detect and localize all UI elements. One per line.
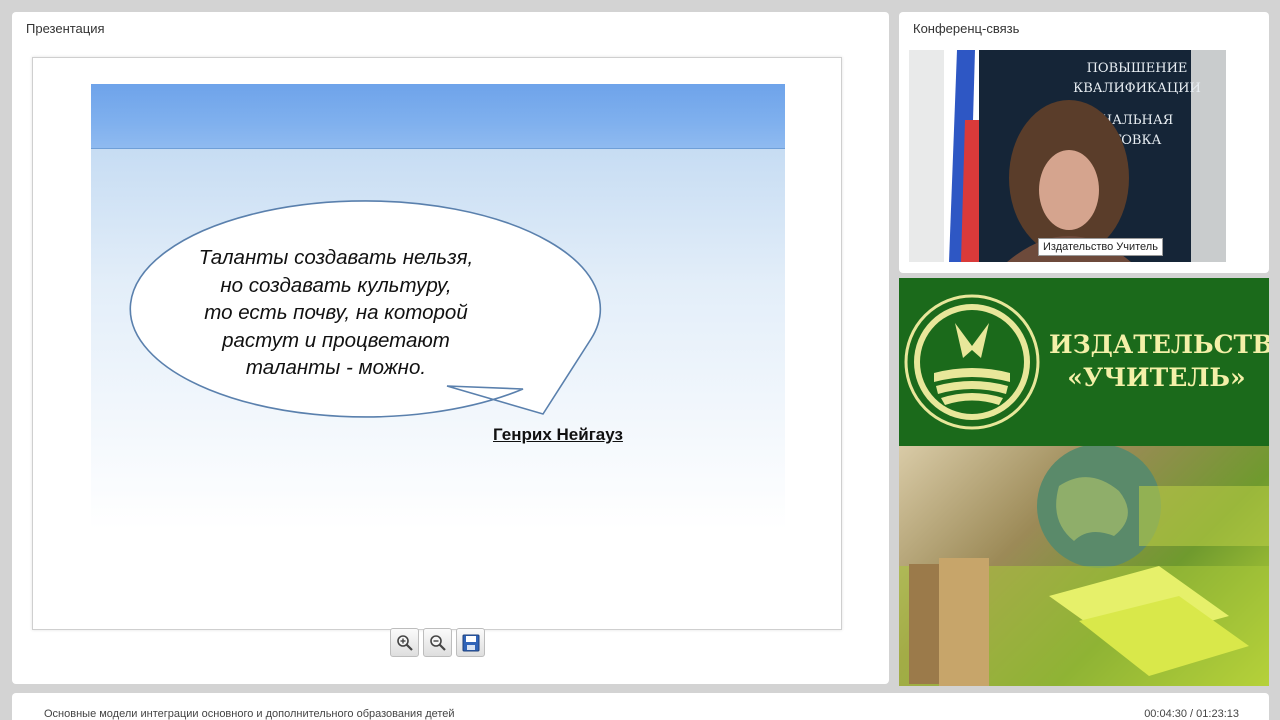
- participant-name-label: Издательство Учитель: [1038, 238, 1163, 256]
- save-button[interactable]: [456, 628, 485, 657]
- slide-toolbar: [390, 628, 485, 658]
- poster-line: КВАЛИФИКАЦИИ: [1073, 81, 1201, 96]
- video-frame: ПОВЫШЕНИЕ КВАЛИФИКАЦИИ НАЛЬНАЯ ТОВКА: [909, 50, 1226, 262]
- publisher-logo: [904, 294, 1040, 430]
- zoom-out-button[interactable]: [423, 628, 452, 657]
- quote-author: Генрих Нейгауз: [493, 425, 623, 444]
- quote-line: но создавать культуру,: [220, 273, 452, 297]
- publisher-banner: ИЗДАТЕЛЬСТВО «УЧИТЕЛЬ»: [899, 278, 1269, 686]
- conference-panel: Конференц-связь ПОВЫШЕНИЕ КВАЛИФИКАЦИИ Н…: [899, 12, 1269, 273]
- zoom-in-button[interactable]: [390, 628, 419, 657]
- publisher-title: ИЗДАТЕЛЬСТВО «УЧИТЕЛЬ»: [1049, 328, 1269, 394]
- playback-time: 00:04:30 / 01:23:13: [1144, 708, 1239, 720]
- presentation-panel-title: Презентация: [26, 21, 105, 36]
- publisher-title-line: ИЗДАТЕЛЬСТВО: [1049, 330, 1269, 359]
- zoom-out-icon: [429, 634, 446, 651]
- presentation-panel: Презентация Таланты создавать нельзя, но…: [12, 12, 889, 684]
- save-icon: [462, 634, 479, 651]
- webcam-video: ПОВЫШЕНИЕ КВАЛИФИКАЦИИ НАЛЬНАЯ ТОВКА Изд…: [909, 50, 1226, 262]
- zoom-in-icon: [396, 634, 413, 651]
- quote-line: Таланты создавать нельзя,: [198, 246, 474, 269]
- publisher-title-line: «УЧИТЕЛЬ»: [1067, 363, 1246, 392]
- webinar-title: Основные модели интеграции основного и д…: [44, 708, 455, 720]
- quote-line: то есть почву, на которой: [204, 301, 468, 324]
- poster-line: ПОВЫШЕНИЕ: [1087, 61, 1188, 76]
- publisher-banner-top: ИЗДАТЕЛЬСТВО «УЧИТЕЛЬ»: [899, 278, 1269, 446]
- slide-content: Таланты создавать нельзя, но создавать к…: [91, 84, 785, 530]
- slide-quote: Таланты создавать нельзя, но создавать к…: [191, 244, 481, 382]
- presentation-slide: Таланты создавать нельзя, но создавать к…: [32, 57, 842, 630]
- footer-bar: Основные модели интеграции основного и д…: [12, 693, 1269, 720]
- conference-panel-title: Конференц-связь: [913, 21, 1020, 36]
- quote-line: растут и процветают: [222, 328, 450, 352]
- quote-line: таланты - можно.: [245, 356, 427, 379]
- books-and-globe-image: [899, 446, 1269, 686]
- books-illustration: [899, 446, 1269, 686]
